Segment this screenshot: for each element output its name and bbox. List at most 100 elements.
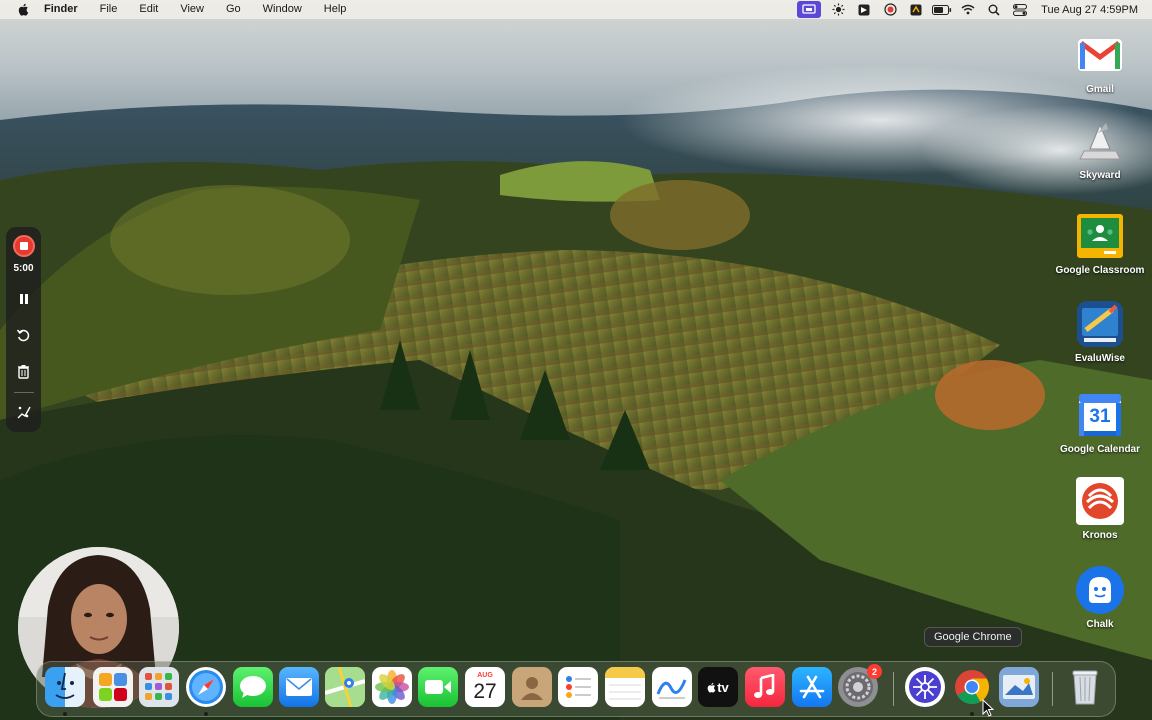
dock-calendar[interactable]: AUG 27 xyxy=(465,667,505,707)
dock-contacts[interactable] xyxy=(512,667,552,707)
notion-icon[interactable] xyxy=(851,0,877,19)
music-icon xyxy=(754,674,775,698)
dock-mail[interactable] xyxy=(279,667,319,707)
trash-icon[interactable] xyxy=(13,360,35,382)
menu-file[interactable]: File xyxy=(89,0,129,19)
dock-trash[interactable] xyxy=(1065,667,1105,707)
desktop-icon-gmail[interactable]: Gmail xyxy=(1045,30,1152,95)
perplexity-icon xyxy=(909,671,941,703)
gmail-icon xyxy=(1075,30,1125,80)
mail-icon xyxy=(286,678,312,696)
notes-icon xyxy=(605,667,645,700)
dock-music[interactable] xyxy=(745,667,785,707)
notification-badge: 2 xyxy=(867,664,882,679)
restart-icon[interactable] xyxy=(13,324,35,346)
running-indicator xyxy=(204,712,208,716)
pause-icon[interactable] xyxy=(13,288,35,310)
dock-photos[interactable] xyxy=(372,667,412,707)
recording-control-panel: 5:00 xyxy=(6,227,41,432)
dock-tv[interactable]: tv xyxy=(698,667,738,707)
dock-facetime[interactable] xyxy=(418,667,458,707)
evaluwise-icon xyxy=(1075,299,1125,349)
menu-window[interactable]: Window xyxy=(252,0,313,19)
tv-label: tv xyxy=(717,679,729,695)
battery-icon[interactable] xyxy=(929,0,955,19)
google-classroom-icon xyxy=(1075,211,1125,261)
sun-icon[interactable] xyxy=(825,0,851,19)
menu-view[interactable]: View xyxy=(169,0,215,19)
search-icon[interactable] xyxy=(981,0,1007,19)
desktop-icon-google-classroom[interactable]: Google Classroom xyxy=(1045,211,1152,276)
draw-icon[interactable] xyxy=(13,401,35,423)
running-indicator xyxy=(63,712,67,716)
apple-tv-icon: tv xyxy=(707,680,729,695)
recording-timer: 5:00 xyxy=(13,263,34,274)
dock-perplexity[interactable] xyxy=(905,667,945,707)
desktop-icon-chalk[interactable]: Chalk xyxy=(1045,565,1152,630)
dock-reminders[interactable] xyxy=(558,667,598,707)
desktop-icon-label: Google Classroom xyxy=(1055,265,1145,276)
toolbox-icon xyxy=(99,673,127,701)
apple-menu-icon[interactable] xyxy=(16,3,30,17)
mouse-cursor-icon xyxy=(982,699,994,717)
dock-safari[interactable] xyxy=(186,667,226,707)
calendar-day: 27 xyxy=(473,679,497,703)
dock-preview[interactable] xyxy=(999,667,1039,707)
skyward-icon xyxy=(1075,116,1125,166)
freeform-icon xyxy=(656,679,687,699)
desktop-icon-google-calendar[interactable]: 31 Google Calendar xyxy=(1045,390,1152,455)
chalk-icon xyxy=(1075,565,1125,615)
desktop-icon-label: Kronos xyxy=(1082,530,1118,541)
desktop-icon-label: Google Calendar xyxy=(1059,444,1140,455)
stop-record-button[interactable] xyxy=(12,235,35,257)
desktop-icon-evaluwise[interactable]: EvaluWise xyxy=(1045,299,1152,364)
menu-edit[interactable]: Edit xyxy=(128,0,169,19)
google-calendar-icon: 31 xyxy=(1075,390,1125,440)
dock-toolbox[interactable] xyxy=(93,667,133,707)
contacts-icon xyxy=(521,677,543,700)
reminders-icon xyxy=(566,676,591,698)
running-indicator xyxy=(970,712,974,716)
messages-icon xyxy=(240,676,266,698)
finder-icon xyxy=(55,672,75,699)
menu-app-name[interactable]: Finder xyxy=(40,0,89,19)
launchpad-icon xyxy=(145,673,172,700)
calendar-month: AUG xyxy=(477,671,493,679)
desktop-icon-label: Skyward xyxy=(1079,170,1121,181)
safari-icon xyxy=(189,670,223,704)
desktop-icon-skyward[interactable]: Skyward xyxy=(1045,116,1152,181)
dock-launchpad[interactable] xyxy=(139,667,179,707)
dock-tooltip: Google Chrome xyxy=(924,627,1022,647)
preview-icon xyxy=(1003,675,1035,699)
kronos-icon xyxy=(1075,476,1125,526)
facetime-icon xyxy=(425,680,451,694)
calendar-day-number: 31 xyxy=(1089,406,1111,427)
wifi-icon[interactable] xyxy=(955,0,981,19)
dock-app-store[interactable] xyxy=(792,667,832,707)
desktop-icon-kronos[interactable]: Kronos xyxy=(1045,476,1152,541)
dock-separator xyxy=(1052,672,1053,706)
menu-go[interactable]: Go xyxy=(215,0,252,19)
desktop-icon-label: Gmail xyxy=(1086,84,1114,95)
recorder-divider xyxy=(13,392,34,393)
dock-separator xyxy=(893,672,894,706)
dock: AUG 27 tv 2 xyxy=(36,661,1116,717)
menubar-clock[interactable]: Tue Aug 27 4:59PM xyxy=(1033,4,1152,16)
desktop-icon-label: Chalk xyxy=(1086,619,1114,630)
app-icon[interactable] xyxy=(903,0,929,19)
menu-help[interactable]: Help xyxy=(313,0,358,19)
trash-icon xyxy=(1072,670,1098,705)
maps-icon xyxy=(325,667,365,707)
record-icon[interactable] xyxy=(877,0,903,19)
dock-freeform[interactable] xyxy=(652,667,692,707)
control-center-icon[interactable] xyxy=(1007,0,1033,19)
menu-bar: Finder File Edit View Go Window Help Tue… xyxy=(0,0,1152,19)
dock-finder[interactable] xyxy=(45,667,85,707)
dock-maps[interactable] xyxy=(325,667,365,707)
desktop-icon-label: EvaluWise xyxy=(1075,353,1125,364)
photos-icon xyxy=(375,670,409,704)
screen-share-icon[interactable] xyxy=(797,1,822,18)
dock-messages[interactable] xyxy=(233,667,273,707)
app-store-icon xyxy=(799,675,825,699)
dock-notes[interactable] xyxy=(605,667,645,707)
